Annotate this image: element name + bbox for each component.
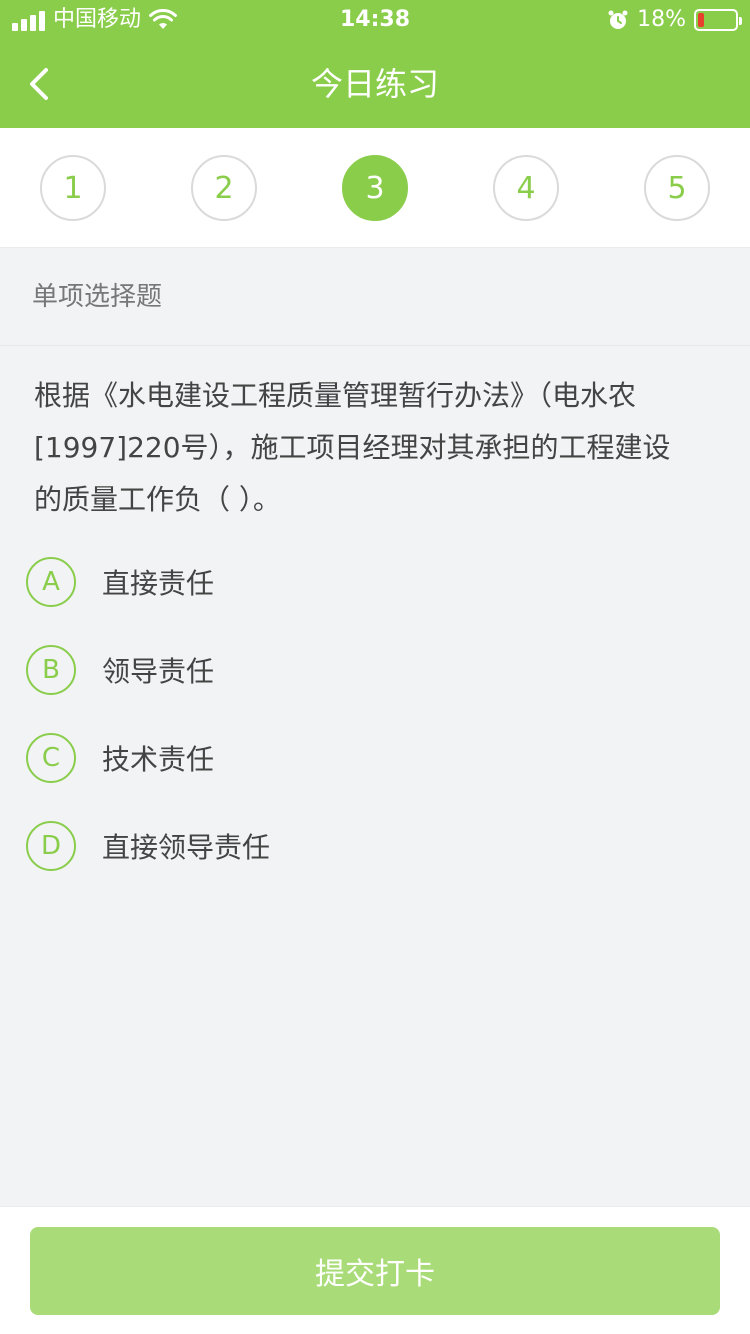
page-title: 今日练习 [310, 65, 439, 103]
option-text: 直接责任 [102, 567, 215, 600]
question-number-5[interactable]: 5 [644, 155, 710, 221]
bottom-bar: 提交打卡 [0, 1206, 750, 1334]
question-number-1[interactable]: 1 [40, 155, 106, 221]
question-number-2[interactable]: 2 [191, 155, 257, 221]
submit-checkin-button[interactable]: 提交打卡 [30, 1227, 720, 1315]
option-letter: C [26, 733, 76, 783]
alarm-icon [608, 10, 628, 29]
question-number-4[interactable]: 4 [493, 155, 559, 221]
battery-percent: 18% [637, 7, 686, 32]
option-b[interactable]: B 领导责任 [26, 644, 626, 696]
option-a[interactable]: A 直接责任 [26, 556, 626, 608]
question-text: 根据《水电建设工程质量管理暂行办法》（电水农 [1997]220号），施工项目经… [34, 370, 714, 526]
question-number-selector: 1 2 3 4 5 [0, 128, 750, 248]
battery-level [698, 13, 704, 27]
question-line: 的质量工作负（ ）。 [34, 483, 281, 516]
status-bar: 中国移动 14:38 18% [0, 0, 750, 40]
status-right: 18% [607, 0, 742, 40]
option-text: 领导责任 [102, 655, 215, 688]
option-letter: A [26, 557, 76, 607]
option-letter: D [26, 821, 76, 871]
option-letter: B [26, 645, 76, 695]
option-text: 技术责任 [102, 743, 215, 776]
nav-bar: 今日练习 [0, 40, 750, 128]
question-number-3[interactable]: 3 [342, 155, 408, 221]
header: 中国移动 14:38 18% 今日练习 [0, 0, 750, 128]
question-line: [1997]220号），施工项目经理对其承担的工程建设 [34, 431, 671, 464]
option-text: 直接领导责任 [102, 831, 271, 864]
question-type-label: 单项选择题 [0, 248, 750, 346]
practice-page: 中国移动 14:38 18% 今日练习 1 2 3 4 5 单项选择题 根据《水… [0, 0, 750, 1334]
question-line: 根据《水电建设工程质量管理暂行办法》（电水农 [34, 379, 637, 412]
battery-icon [694, 9, 742, 31]
option-d[interactable]: D 直接领导责任 [26, 820, 626, 872]
option-c[interactable]: C 技术责任 [26, 732, 626, 784]
